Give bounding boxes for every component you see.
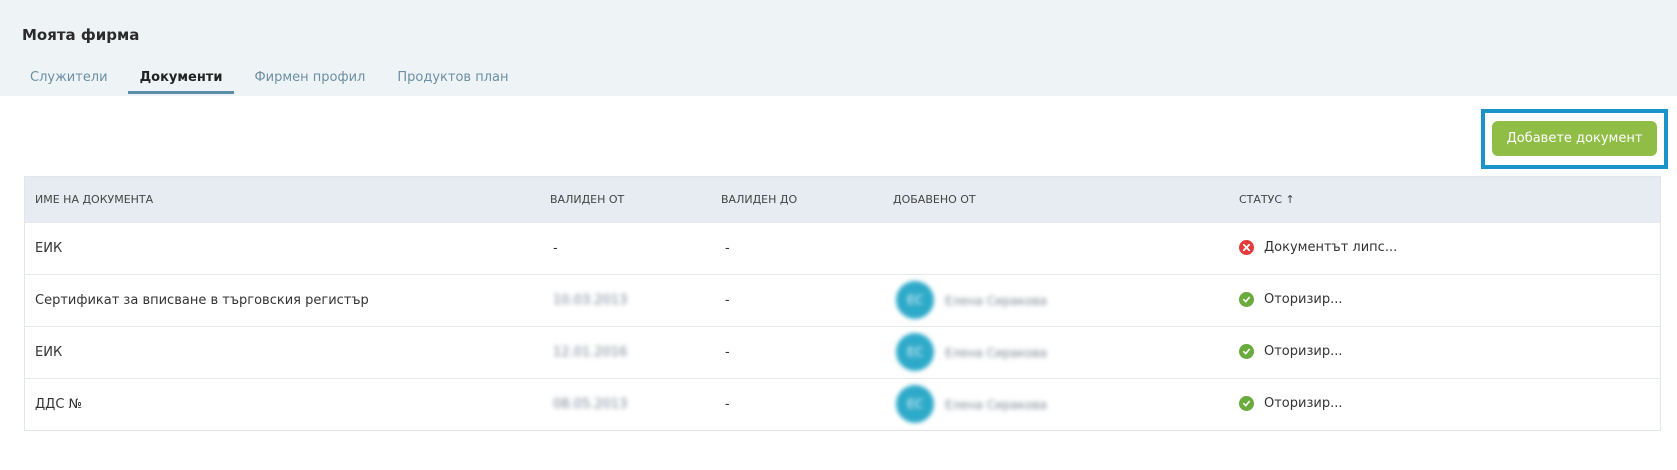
check-icon	[1239, 292, 1254, 307]
added-by-name: Елена Сиракова	[945, 346, 1047, 360]
valid-to: -	[725, 345, 730, 360]
table-row[interactable]: Сертификат за вписване в търговския реги…	[25, 274, 1660, 326]
page-title: Моята фирма	[22, 26, 140, 44]
check-icon	[1239, 396, 1254, 411]
added-by-name: Елена Сиракова	[945, 294, 1047, 308]
status-text: Оторизир...	[1264, 292, 1343, 307]
document-name: ДДС №	[35, 397, 83, 412]
status-cell: Оторизир...	[1239, 396, 1342, 411]
avatar: ЕС	[896, 385, 934, 423]
error-icon	[1239, 240, 1254, 255]
table-row[interactable]: ЕИК - - Документът липс...	[25, 222, 1660, 274]
table-header: ИМЕ НА ДОКУМЕНТА ВАЛИДЕН ОТ ВАЛИДЕН ДО Д…	[25, 177, 1660, 222]
table-row[interactable]: ЕИК 12.01.2016 - ЕС Елена Сиракова Отори…	[25, 326, 1660, 378]
status-text: Документът липс...	[1264, 240, 1398, 255]
valid-from: 08.05.2013	[553, 397, 628, 412]
check-icon	[1239, 344, 1254, 359]
column-header-name[interactable]: ИМЕ НА ДОКУМЕНТА	[35, 193, 153, 206]
tab-company-profile[interactable]: Фирмен профил	[242, 68, 377, 94]
column-header-status[interactable]: СТАТУС ↑	[1239, 193, 1295, 206]
status-cell: Оторизир...	[1239, 344, 1342, 359]
valid-from: 12.01.2016	[553, 345, 628, 360]
page-header: Моята фирма Служители Документи Фирмен п…	[0, 0, 1677, 96]
column-header-valid-from[interactable]: ВАЛИДЕН ОТ	[550, 193, 624, 206]
avatar: ЕС	[896, 281, 934, 319]
added-by-name: Елена Сиракова	[945, 398, 1047, 412]
valid-from: -	[553, 241, 558, 256]
document-name: ЕИК	[35, 241, 63, 256]
document-name: Сертификат за вписване в търговския реги…	[35, 293, 369, 308]
sort-ascending-icon: ↑	[1285, 193, 1295, 206]
status-text: Оторизир...	[1264, 344, 1343, 359]
table-row[interactable]: ДДС № 08.05.2013 - ЕС Елена Сиракова Ото…	[25, 378, 1660, 430]
column-header-status-label: СТАТУС	[1239, 193, 1283, 206]
status-cell: Оторизир...	[1239, 292, 1342, 307]
valid-to: -	[725, 241, 730, 256]
add-document-button[interactable]: Добавете документ	[1492, 121, 1657, 156]
document-name: ЕИК	[35, 345, 63, 360]
status-text: Оторизир...	[1264, 396, 1343, 411]
valid-to: -	[725, 397, 730, 412]
tab-employees[interactable]: Служители	[18, 68, 120, 94]
column-header-valid-to[interactable]: ВАЛИДЕН ДО	[721, 193, 797, 206]
tab-documents[interactable]: Документи	[127, 68, 235, 94]
avatar: ЕС	[896, 333, 934, 371]
valid-to: -	[725, 293, 730, 308]
column-header-added-by[interactable]: ДОБАВЕНО ОТ	[893, 193, 976, 206]
tab-product-plan[interactable]: Продуктов план	[385, 68, 520, 94]
documents-table: ИМЕ НА ДОКУМЕНТА ВАЛИДЕН ОТ ВАЛИДЕН ДО Д…	[24, 176, 1661, 431]
add-document-highlight: Добавете документ	[1481, 109, 1668, 169]
valid-from: 10.03.2013	[553, 293, 628, 308]
status-cell: Документът липс...	[1239, 240, 1397, 255]
tab-bar: Служители Документи Фирмен профил Продук…	[18, 68, 528, 94]
